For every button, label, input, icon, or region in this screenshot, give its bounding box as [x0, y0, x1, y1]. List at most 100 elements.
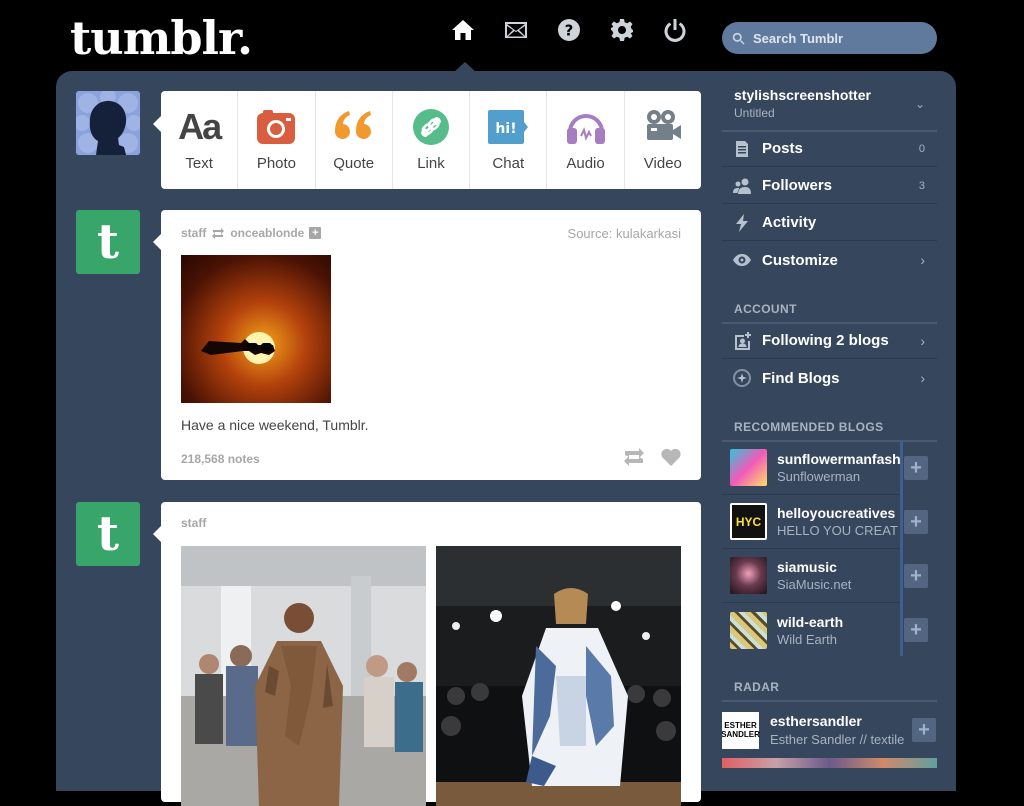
post-pointer [153, 526, 161, 542]
radar-blog-item[interactable]: ESTHER SANDLER esthersandler Esther Sand… [722, 708, 908, 752]
chevron-right-icon: › [920, 370, 925, 386]
text-post-label: Text [185, 155, 213, 172]
post-pointer [153, 234, 161, 250]
recommended-blog-item[interactable]: sunflowermanfash Sunflowerman [722, 441, 900, 495]
chevron-right-icon: › [920, 332, 925, 349]
svg-text:hi!: hi! [496, 121, 517, 137]
blog-name: sunflowermanfash [777, 451, 900, 467]
home-button[interactable] [450, 18, 476, 52]
post-author-link[interactable]: staff [181, 516, 206, 530]
chevron-right-icon: › [920, 252, 925, 268]
recommended-heading: RECOMMENDED BLOGS [722, 420, 937, 442]
followers-icon [733, 178, 751, 194]
logout-button[interactable] [662, 18, 688, 52]
recommended-blog-item[interactable]: siamusic SiaMusic.net [722, 549, 900, 603]
recommended-blog-item[interactable]: HYC helloyoucreatives HELLO YOU CREAT [722, 495, 900, 549]
post-notes[interactable]: 218,568 notes [181, 452, 260, 466]
follow-blog-button[interactable]: + [904, 510, 928, 534]
post-card: staff [161, 502, 701, 806]
new-quote-post-button[interactable]: Quote [316, 91, 393, 189]
settings-button[interactable] [609, 18, 635, 52]
text-icon: Aa [178, 106, 222, 147]
blog-title: Untitled [734, 106, 775, 120]
runway-photo-left [181, 546, 426, 806]
reblog-button[interactable] [623, 448, 645, 466]
radar-post-preview[interactable] [722, 758, 937, 768]
source-link[interactable]: kulakarkasi [616, 226, 681, 241]
help-button[interactable]: ? [556, 18, 582, 52]
link-post-label: Link [417, 155, 445, 172]
follow-blog-button[interactable]: + [904, 618, 928, 642]
blog-name: siamusic [777, 559, 837, 575]
staff-avatar[interactable]: t [76, 502, 140, 566]
quote-post-label: Quote [333, 155, 375, 172]
new-chat-post-button[interactable]: hi! Chat [470, 91, 548, 189]
new-link-post-button[interactable]: Link [393, 91, 471, 189]
post-header: staff onceablonde + [181, 226, 322, 240]
post-photo[interactable] [436, 546, 681, 806]
composer-pointer [153, 116, 161, 132]
sidebar-item-count: 3 [918, 179, 925, 192]
new-video-post-button[interactable]: Video [625, 91, 701, 189]
audio-post-label: Audio [566, 155, 605, 172]
new-photo-post-button[interactable]: Photo [238, 91, 316, 189]
reblogged-from-link[interactable]: onceablonde [230, 226, 304, 240]
tumblr-t-logo: t [96, 506, 120, 562]
search-input[interactable] [751, 29, 925, 47]
blog-subtitle: Sunflowerman [777, 469, 861, 484]
question-icon: ? [558, 19, 580, 41]
recommended-blog-item[interactable]: wild-earth Wild Earth [722, 603, 900, 657]
home-icon [452, 20, 474, 40]
search-icon [732, 32, 745, 45]
follow-blog-button[interactable]: + [904, 456, 928, 480]
default-avatar-silhouette [76, 91, 140, 155]
post-source: Source: kulakarkasi [568, 226, 681, 241]
post-caption: Have a nice weekend, Tumblr. [181, 417, 369, 433]
follow-radar-blog-button[interactable]: + [912, 718, 936, 742]
source-label: Source: [567, 226, 613, 241]
blog-avatar [730, 611, 767, 649]
user-avatar[interactable] [76, 91, 140, 155]
like-heart-button[interactable] [661, 448, 681, 466]
link-icon [412, 109, 449, 145]
video-camera-icon [646, 110, 681, 140]
blog-selector[interactable]: stylishscreenshotter Untitled ⌄ [722, 80, 937, 132]
blog-subtitle: SiaMusic.net [777, 577, 852, 592]
blog-avatar [730, 449, 767, 486]
camera-icon [257, 110, 296, 144]
staff-avatar[interactable]: t [76, 210, 140, 274]
new-text-post-button[interactable]: Aa Text [161, 91, 239, 189]
radar-blog-avatar: ESTHER SANDLER [722, 711, 760, 749]
blog-name: helloyoucreatives [777, 505, 896, 521]
sidebar-item-customize[interactable]: Customize › [722, 242, 937, 278]
inbox-button[interactable] [503, 18, 529, 52]
search-bar[interactable] [722, 22, 937, 54]
post-author-link[interactable]: staff [181, 226, 206, 240]
tumblr-logo[interactable]: tumblr. [70, 8, 253, 68]
radar-blog-subtitle: Esther Sandler // textile [770, 732, 905, 747]
compass-icon [733, 369, 751, 387]
sidebar-item-posts[interactable]: Posts 0 [722, 131, 937, 167]
recommended-scrollbar[interactable] [900, 441, 903, 656]
radar-avatar-line-1: ESTHER [724, 721, 757, 730]
sidebar-item-find-blogs[interactable]: Find Blogs › [722, 360, 937, 396]
blog-name: stylishscreenshotter [734, 87, 871, 103]
new-audio-post-button[interactable]: Audio [547, 91, 625, 189]
sidebar-item-following[interactable]: Following 2 blogs › [722, 323, 937, 359]
svg-text:?: ? [565, 22, 574, 40]
quote-icon [334, 111, 371, 139]
sidebar-item-label: Followers [762, 177, 833, 194]
post-composer: Aa Text Photo Quote Link hi! Chat Audio … [161, 91, 701, 189]
post-photo[interactable] [181, 255, 331, 403]
follow-blog-button[interactable]: + [904, 564, 928, 588]
sidebar-item-followers[interactable]: Followers 3 [722, 168, 937, 204]
sidebar-item-label: Posts [762, 140, 803, 157]
post-photo[interactable] [181, 546, 426, 806]
radar-heading: RADAR [722, 680, 937, 702]
blog-name: wild-earth [777, 613, 844, 630]
chat-post-label: Chat [492, 155, 525, 172]
follow-plus-icon[interactable]: + [309, 227, 322, 239]
post-card: staff onceablonde + Source: kulakarkasi … [161, 210, 701, 480]
radar-blog-name: esthersandler [770, 713, 862, 729]
sidebar-item-activity[interactable]: Activity [722, 205, 937, 241]
